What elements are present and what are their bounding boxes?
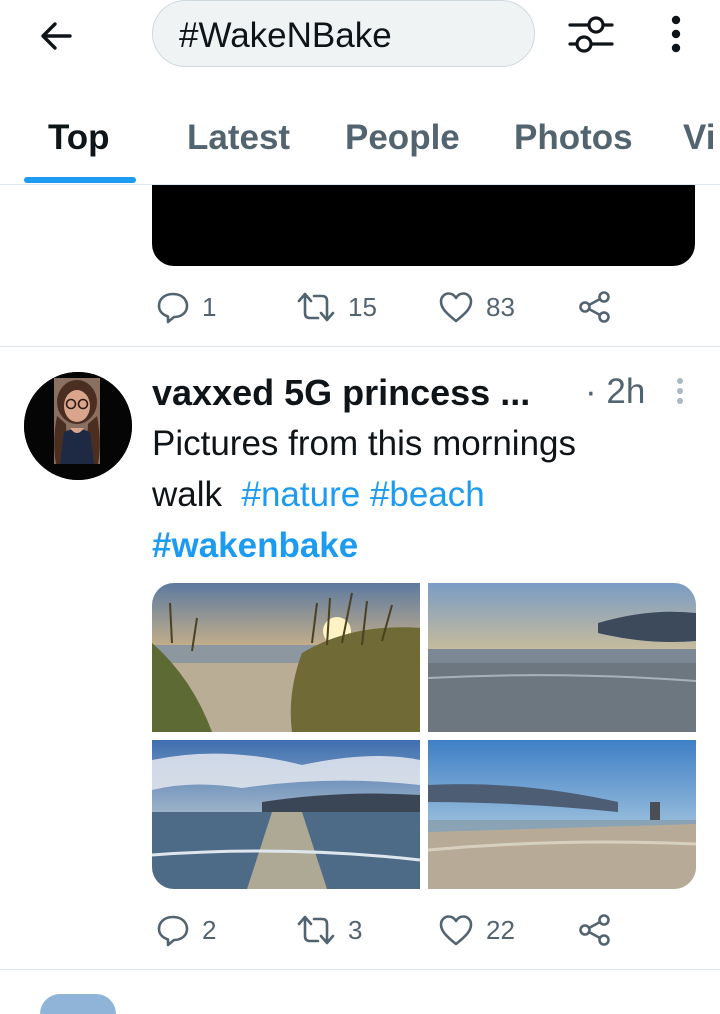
prev-reply-count: 1 bbox=[202, 291, 217, 322]
tweet-text-line-2: walk #nature #beach bbox=[152, 475, 485, 515]
tweet-divider bbox=[0, 969, 720, 970]
more-vertical-icon bbox=[671, 15, 681, 53]
previous-tweet-media[interactable] bbox=[152, 185, 695, 266]
like-count: 22 bbox=[486, 914, 515, 945]
display-name[interactable]: vaxxed 5G princess ... bbox=[152, 372, 530, 414]
tab-latest[interactable]: Latest bbox=[187, 118, 290, 158]
prev-like-count: 83 bbox=[486, 291, 515, 322]
tweet-options-button[interactable] bbox=[670, 376, 690, 412]
hashtag-link[interactable]: #nature bbox=[241, 475, 360, 514]
share-button[interactable] bbox=[578, 908, 612, 952]
share-icon bbox=[579, 291, 610, 323]
search-query-text: #WakeNBake bbox=[179, 16, 392, 55]
retweet-button[interactable]: 3 bbox=[296, 908, 362, 952]
hashtag-link[interactable]: #beach bbox=[370, 475, 485, 514]
active-tab-indicator bbox=[24, 177, 136, 183]
search-filter-button[interactable] bbox=[566, 12, 616, 58]
avatar[interactable] bbox=[24, 372, 132, 480]
reply-button[interactable]: 2 bbox=[156, 908, 216, 952]
tweet-divider bbox=[0, 346, 720, 347]
arrow-left-icon bbox=[41, 22, 72, 50]
retweet-icon bbox=[297, 915, 335, 945]
more-options-button[interactable] bbox=[660, 12, 692, 58]
prev-retweet-count: 15 bbox=[348, 291, 377, 322]
tab-videos[interactable]: Vi bbox=[683, 118, 715, 158]
tweet-photo-1[interactable] bbox=[152, 583, 420, 732]
prev-share-button[interactable] bbox=[578, 285, 612, 329]
tweet-text-line-3: #wakenbake bbox=[152, 526, 358, 566]
sliders-icon bbox=[568, 16, 614, 53]
reply-count: 2 bbox=[202, 914, 217, 945]
tweet-text-line-1: Pictures from this mornings bbox=[152, 424, 577, 463]
tab-people[interactable]: People bbox=[345, 118, 460, 158]
like-button[interactable]: 22 bbox=[438, 908, 515, 952]
tweet-photo-4[interactable] bbox=[428, 740, 696, 889]
more-vertical-icon bbox=[677, 378, 683, 404]
retweet-icon bbox=[297, 292, 335, 322]
reply-icon bbox=[157, 915, 189, 947]
search-input[interactable]: #WakeNBake bbox=[152, 0, 535, 67]
hashtag-link[interactable]: #wakenbake bbox=[152, 526, 358, 565]
tweet-time[interactable]: · 2h bbox=[585, 372, 645, 412]
retweet-count: 3 bbox=[348, 914, 363, 945]
tweet-photo-2[interactable] bbox=[428, 583, 696, 732]
tab-top[interactable]: Top bbox=[48, 118, 110, 158]
prev-reply-button[interactable]: 1 bbox=[156, 285, 216, 329]
share-icon bbox=[579, 914, 610, 946]
back-button[interactable] bbox=[36, 16, 76, 56]
tweet-photo-3[interactable] bbox=[152, 740, 420, 889]
prev-retweet-button[interactable]: 15 bbox=[296, 285, 377, 329]
heart-icon bbox=[439, 292, 473, 323]
tab-photos[interactable]: Photos bbox=[514, 118, 633, 158]
tweet-text-plain: walk bbox=[152, 475, 223, 514]
next-tweet-avatar[interactable] bbox=[40, 994, 116, 1014]
heart-icon bbox=[439, 915, 473, 946]
reply-icon bbox=[157, 292, 189, 324]
prev-like-button[interactable]: 83 bbox=[438, 285, 515, 329]
